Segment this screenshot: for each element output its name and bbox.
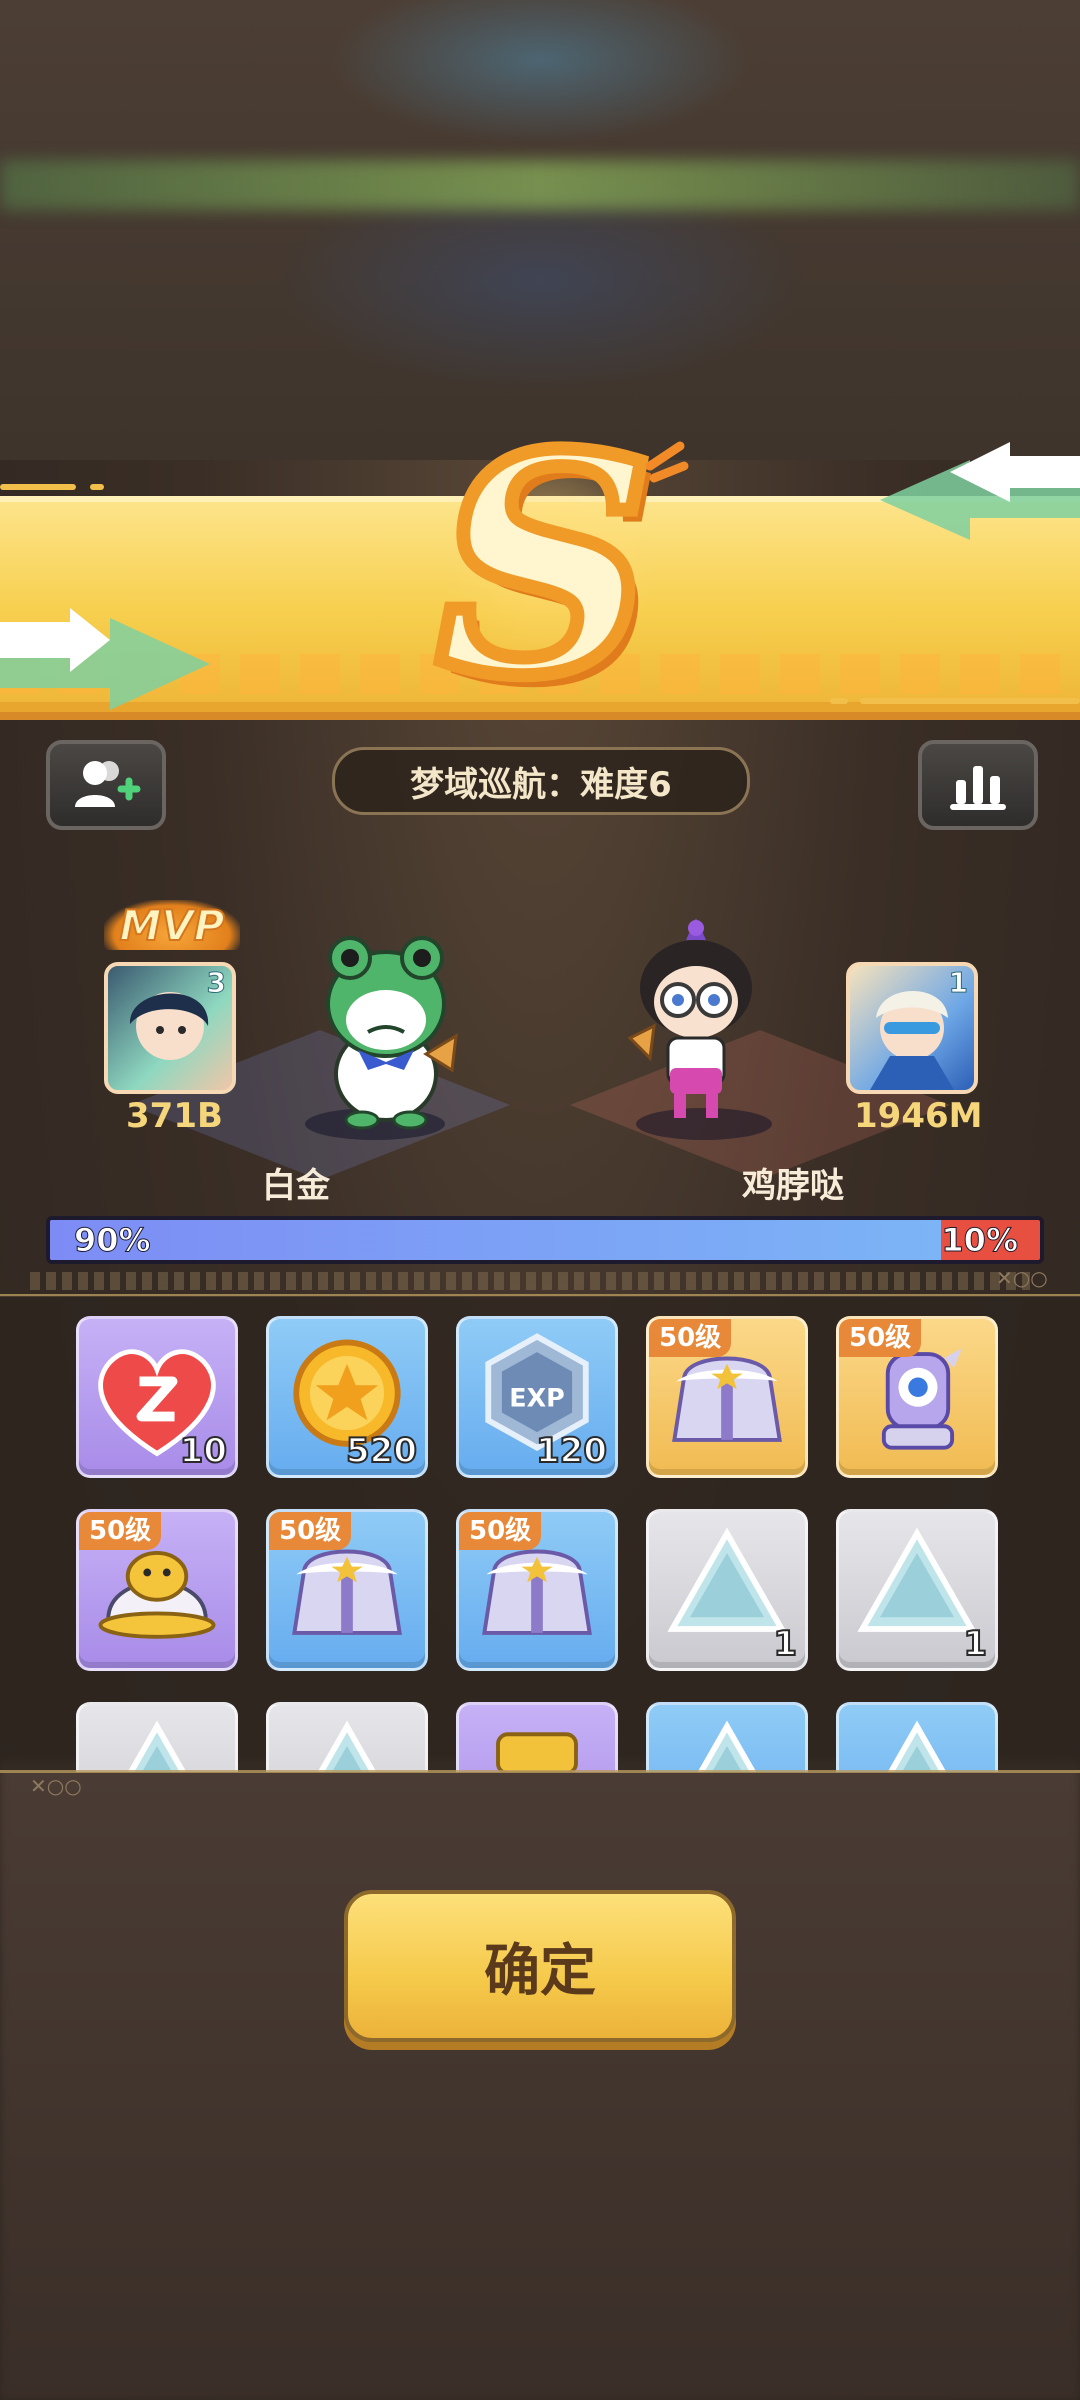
add-friend-button[interactable] xyxy=(46,740,166,830)
reward-item[interactable] xyxy=(456,1702,618,1772)
item-quantity: 520 xyxy=(345,1430,418,1472)
reward-item[interactable]: 520 xyxy=(266,1316,428,1478)
reward-item[interactable]: 50级 xyxy=(266,1509,428,1671)
banner-line-top xyxy=(90,484,104,490)
glasses-character-icon xyxy=(627,918,752,1118)
stats-button[interactable] xyxy=(918,740,1038,830)
panel-decoration xyxy=(30,1272,1030,1290)
spark-icon xyxy=(645,441,689,483)
reward-item[interactable]: 1 xyxy=(646,1509,808,1671)
svg-text:EXP: EXP xyxy=(509,1383,564,1413)
crystal-shard-icon xyxy=(839,1705,995,1772)
reward-item[interactable]: 1 xyxy=(836,1509,998,1671)
mode-title: 梦域巡航：难度6 xyxy=(332,747,750,815)
avatar-level: 1 xyxy=(948,966,969,1000)
item-level-tag: 50级 xyxy=(459,1512,542,1550)
contribution-right-percent: 10% xyxy=(941,1221,1019,1260)
background-strip xyxy=(0,160,1080,210)
reward-item[interactable]: 50级 xyxy=(76,1509,238,1671)
reward-item[interactable] xyxy=(836,1702,998,1772)
item-quantity: 120 xyxy=(535,1430,608,1472)
reward-item[interactable] xyxy=(646,1702,808,1772)
banner-line-bottom xyxy=(830,698,848,704)
grade-letter: S xyxy=(430,389,661,742)
reward-item[interactable]: EXP 120 xyxy=(456,1316,618,1478)
panel-decoration: ✕○○ xyxy=(996,1266,1048,1290)
arrow-left-icon xyxy=(0,608,210,710)
banner-line-top xyxy=(0,484,76,490)
player-name-right: 鸡脖哒 xyxy=(742,1166,844,1206)
player-name-left: 白金 xyxy=(262,1166,330,1206)
item-level-tag: 50级 xyxy=(649,1319,732,1357)
add-friend-icon xyxy=(75,761,141,807)
crystal-shard-icon xyxy=(269,1705,425,1772)
crystal-shard-icon xyxy=(79,1705,235,1772)
item-quantity: 10 xyxy=(179,1430,228,1472)
item-quantity: 1 xyxy=(772,1623,798,1665)
avatar-left[interactable]: 3 xyxy=(104,962,236,1094)
mvp-badge: MVP xyxy=(104,900,240,951)
frog-character-icon xyxy=(326,936,458,1130)
item-quantity: 1 xyxy=(962,1623,988,1665)
contribution-fill-left xyxy=(50,1220,941,1260)
background-bottom xyxy=(0,1760,1080,2400)
reward-item[interactable] xyxy=(266,1702,428,1772)
panel-decoration: ✕○○ xyxy=(30,1774,82,1798)
avatar-level: 3 xyxy=(206,966,227,1000)
avatar-right[interactable]: 1 xyxy=(846,962,978,1094)
contribution-left-percent: 90% xyxy=(74,1221,152,1260)
damage-right: 1946M xyxy=(854,1096,983,1136)
arrow-right-icon xyxy=(880,442,1080,540)
item-level-tag: 50级 xyxy=(79,1512,162,1550)
banner-line-bottom xyxy=(860,698,1080,704)
reward-item[interactable]: 50级 xyxy=(456,1509,618,1671)
reward-item[interactable]: 10 xyxy=(76,1316,238,1478)
item-level-tag: 50级 xyxy=(269,1512,352,1550)
crystal-shard-icon xyxy=(649,1705,805,1772)
bar-chart-icon xyxy=(950,766,1006,810)
damage-left: 371B xyxy=(126,1096,223,1136)
reward-item[interactable]: 50级 xyxy=(646,1316,808,1478)
reward-item[interactable] xyxy=(76,1702,238,1772)
reward-item[interactable]: 50级 xyxy=(836,1316,998,1478)
confirm-button[interactable]: 确定 xyxy=(344,1890,736,2042)
reward-panel: 10 520 EXP 120 50级 50级 50级 50级 50级 1 1 xyxy=(0,1296,1080,1772)
weapon-icon xyxy=(459,1705,615,1772)
contribution-bar: 90% 10% xyxy=(46,1216,1044,1264)
panel-border-bottom xyxy=(0,1770,1080,1773)
item-level-tag: 50级 xyxy=(839,1319,922,1357)
